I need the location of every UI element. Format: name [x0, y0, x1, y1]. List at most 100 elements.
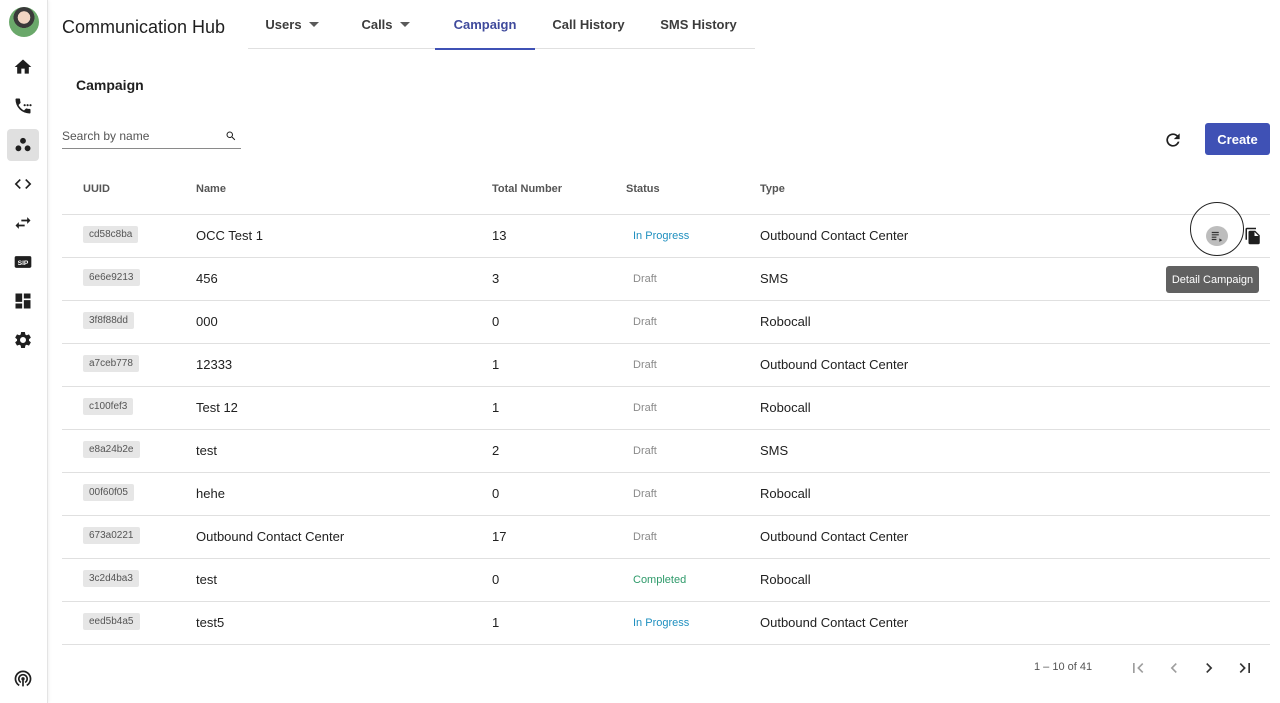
table-row[interactable]: 00f60f05 hehe 0 Draft Robocall	[62, 473, 1270, 516]
dashboard-icon[interactable]	[7, 285, 39, 317]
tab-label: Call History	[552, 17, 625, 32]
first-page-icon[interactable]	[1126, 656, 1150, 680]
status-label: Draft	[633, 273, 657, 285]
campaign-type: Outbound Contact Center	[760, 357, 909, 372]
total-number: 3	[492, 271, 500, 286]
page-title: Campaign	[76, 77, 144, 93]
campaign-type: SMS	[760, 443, 789, 458]
total-number: 0	[492, 572, 500, 587]
table-row[interactable]: eed5b4a5 test5 1 In Progress Outbound Contac…	[62, 602, 1270, 645]
table-row[interactable]: 3f8f88dd 000 0 Draft Robocall	[62, 301, 1270, 344]
detail-list-icon[interactable]	[1206, 226, 1228, 246]
top-tabs: Users Calls Campaign Call History SMS Hi…	[248, 0, 755, 50]
tooltip: Detail Campaign	[1166, 266, 1259, 293]
table-row[interactable]: 3c2d4ba3 test 0 Completed Robocall	[62, 559, 1270, 602]
status-label: In Progress	[633, 230, 690, 242]
tab-label: Users	[265, 17, 302, 32]
total-number: 13	[492, 228, 507, 243]
svg-text:SIP: SIP	[18, 260, 29, 267]
uuid-chip: eed5b4a5	[83, 613, 140, 630]
tab-campaign[interactable]: Campaign	[435, 0, 535, 50]
campaign-name: test5	[196, 615, 225, 630]
header-name[interactable]: Name	[196, 183, 226, 195]
sidebar: SIP	[0, 0, 48, 703]
sip-icon[interactable]: SIP	[7, 246, 39, 278]
campaign-type: Robocall	[760, 400, 811, 415]
table-row[interactable]: cd58c8ba OCC Test 1 13 In Progress Outbound …	[62, 215, 1270, 258]
search-input[interactable]	[62, 126, 217, 146]
campaign-name: Outbound Contact Center	[196, 529, 345, 544]
status-label: Draft	[633, 359, 657, 371]
caret-down-icon	[399, 22, 410, 27]
total-number: 1	[492, 357, 500, 372]
uuid-chip: e8a24b2e	[83, 441, 140, 458]
table-row[interactable]: a7ceb778 12333 1 Draft Outbound Contact Cent…	[62, 344, 1270, 387]
tab-call-history[interactable]: Call History	[535, 0, 642, 49]
campaign-type: Robocall	[760, 572, 811, 587]
table-row[interactable]: 673a0221 Outbound Contact Center 17 Draft Ou…	[62, 516, 1270, 559]
table-row[interactable]: e8a24b2e test 2 Draft SMS	[62, 430, 1270, 473]
total-number: 0	[492, 314, 500, 329]
refresh-icon[interactable]	[1163, 130, 1183, 150]
campaign-name: 456	[196, 271, 218, 286]
campaign-name: Test 12	[196, 400, 238, 415]
campaign-type: Outbound Contact Center	[760, 615, 909, 630]
tab-sms-history[interactable]: SMS History	[642, 0, 755, 49]
campaign-type: Outbound Contact Center	[760, 529, 909, 544]
uuid-chip: cd58c8ba	[83, 226, 139, 243]
table-row[interactable]: 6e6e9213 456 3 Draft SMS	[62, 258, 1270, 301]
status-label: Draft	[633, 402, 657, 414]
campaign-type: Robocall	[760, 486, 811, 501]
status-label: In Progress	[633, 617, 690, 629]
copy-icon[interactable]	[1244, 226, 1262, 246]
header-status[interactable]: Status	[626, 183, 660, 195]
campaign-table: UUID Name Total Number Status Type cd58c…	[62, 171, 1270, 645]
campaign-name: 12333	[196, 357, 233, 372]
campaign-name: test	[196, 572, 217, 587]
uuid-chip: 3c2d4ba3	[83, 570, 139, 587]
status-label: Draft	[633, 531, 657, 543]
swap-arrows-icon[interactable]	[7, 207, 39, 239]
create-button[interactable]: Create	[1205, 123, 1270, 155]
table-header: UUID Name Total Number Status Type	[62, 171, 1270, 215]
status-label: Draft	[633, 488, 657, 500]
uuid-chip: 673a0221	[83, 527, 140, 544]
total-number: 2	[492, 443, 500, 458]
broadcast-icon[interactable]	[7, 662, 39, 694]
table-row[interactable]: c100fef3 Test 12 1 Draft Robocall	[62, 387, 1270, 430]
last-page-icon[interactable]	[1233, 656, 1257, 680]
next-page-icon[interactable]	[1197, 656, 1221, 680]
status-label: Draft	[633, 316, 657, 328]
search-icon[interactable]	[225, 130, 237, 142]
campaign-name: test	[196, 443, 217, 458]
app-title: Communication Hub	[62, 17, 226, 37]
previous-page-icon[interactable]	[1162, 656, 1186, 680]
campaign-type: SMS	[760, 271, 789, 286]
status-label: Completed	[633, 574, 687, 586]
header-uuid[interactable]: UUID	[83, 183, 110, 195]
caret-down-icon	[308, 22, 319, 27]
group-icon[interactable]	[7, 129, 39, 161]
uuid-chip: 3f8f88dd	[83, 312, 134, 329]
paginator-range: 1 – 10 of 41	[1034, 661, 1093, 673]
total-number: 0	[492, 486, 500, 501]
user-avatar[interactable]	[9, 7, 39, 37]
home-icon[interactable]	[7, 51, 39, 83]
header-type[interactable]: Type	[760, 183, 785, 195]
total-number: 17	[492, 529, 507, 544]
tab-label: SMS History	[660, 17, 737, 32]
campaign-type: Outbound Contact Center	[760, 228, 909, 243]
header-total-number[interactable]: Total Number	[492, 183, 562, 195]
campaign-name: hehe	[196, 486, 225, 501]
campaign-name: 000	[196, 314, 218, 329]
uuid-chip: a7ceb778	[83, 355, 139, 372]
total-number: 1	[492, 615, 500, 630]
tab-calls[interactable]: Calls	[336, 0, 435, 49]
uuid-chip: 00f60f05	[83, 484, 134, 501]
uuid-chip: 6e6e9213	[83, 269, 140, 286]
uuid-chip: c100fef3	[83, 398, 134, 415]
gear-icon[interactable]	[7, 324, 39, 356]
code-icon[interactable]	[7, 168, 39, 200]
phone-dial-icon[interactable]	[7, 90, 39, 122]
tab-users[interactable]: Users	[248, 0, 336, 49]
